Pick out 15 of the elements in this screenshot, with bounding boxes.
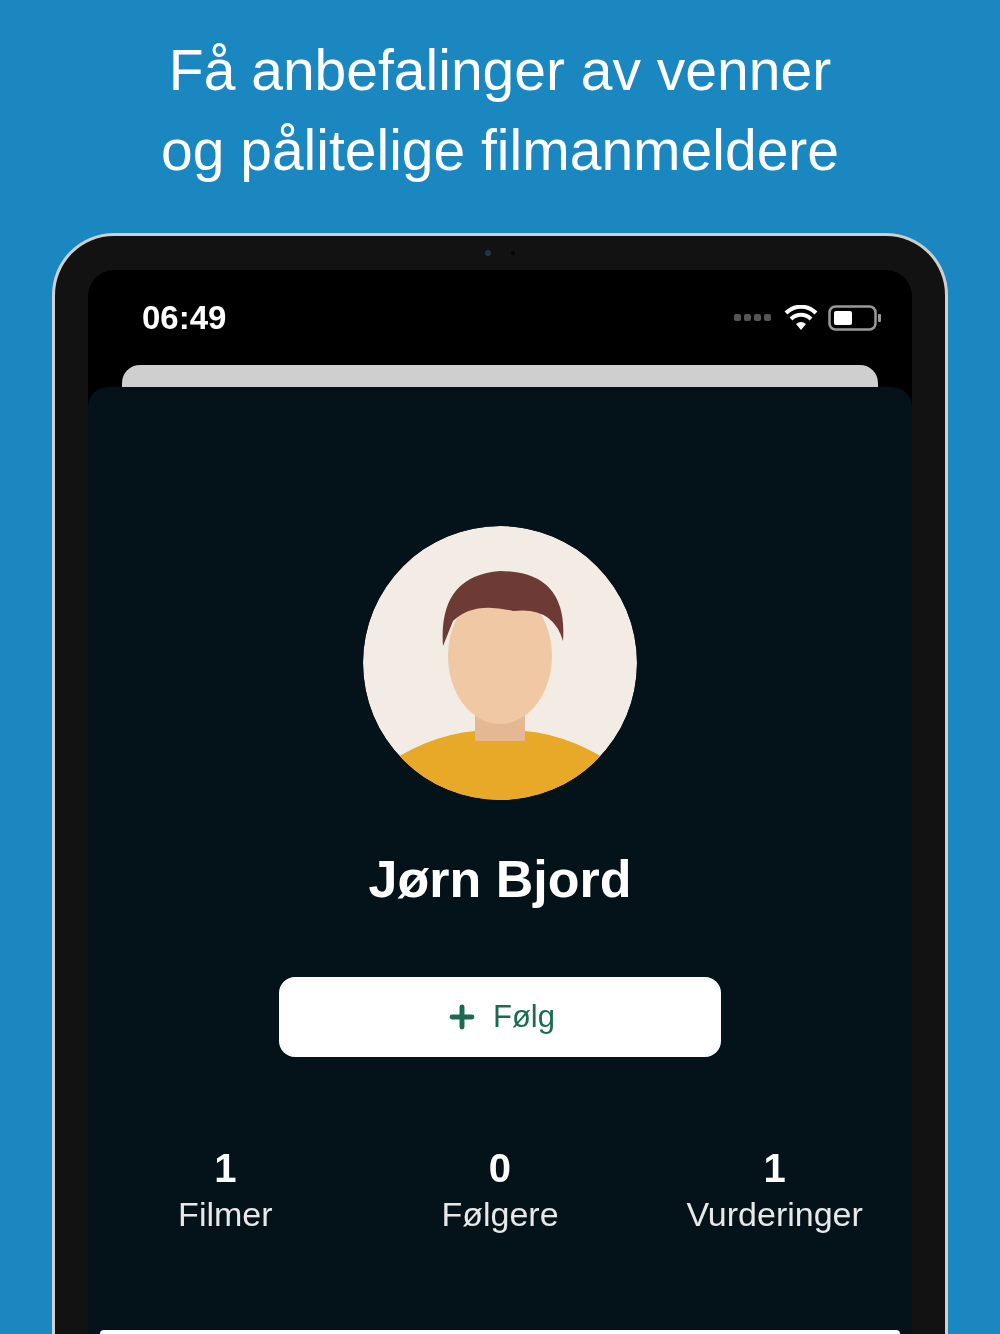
stat-value: 0	[488, 1145, 512, 1191]
status-time: 06:49	[142, 297, 227, 338]
stat-label: Filmer	[178, 1194, 273, 1235]
headline: og pålitelige filmanmeldere	[160, 117, 839, 184]
battery-icon	[828, 304, 882, 331]
signal-icon	[734, 313, 774, 322]
profile-name: Jørn Bjord	[368, 849, 632, 909]
stat-value: 1	[214, 1145, 237, 1191]
camera-icon	[485, 250, 491, 256]
wifi-icon	[784, 304, 818, 331]
stat-value: 1	[763, 1145, 786, 1191]
headline: Få anbefalinger av venner	[168, 37, 832, 104]
stat-label: Vurderinger	[686, 1194, 863, 1235]
follow-button[interactable]: Følg	[279, 977, 721, 1057]
stat-label: Følgere	[441, 1194, 559, 1235]
